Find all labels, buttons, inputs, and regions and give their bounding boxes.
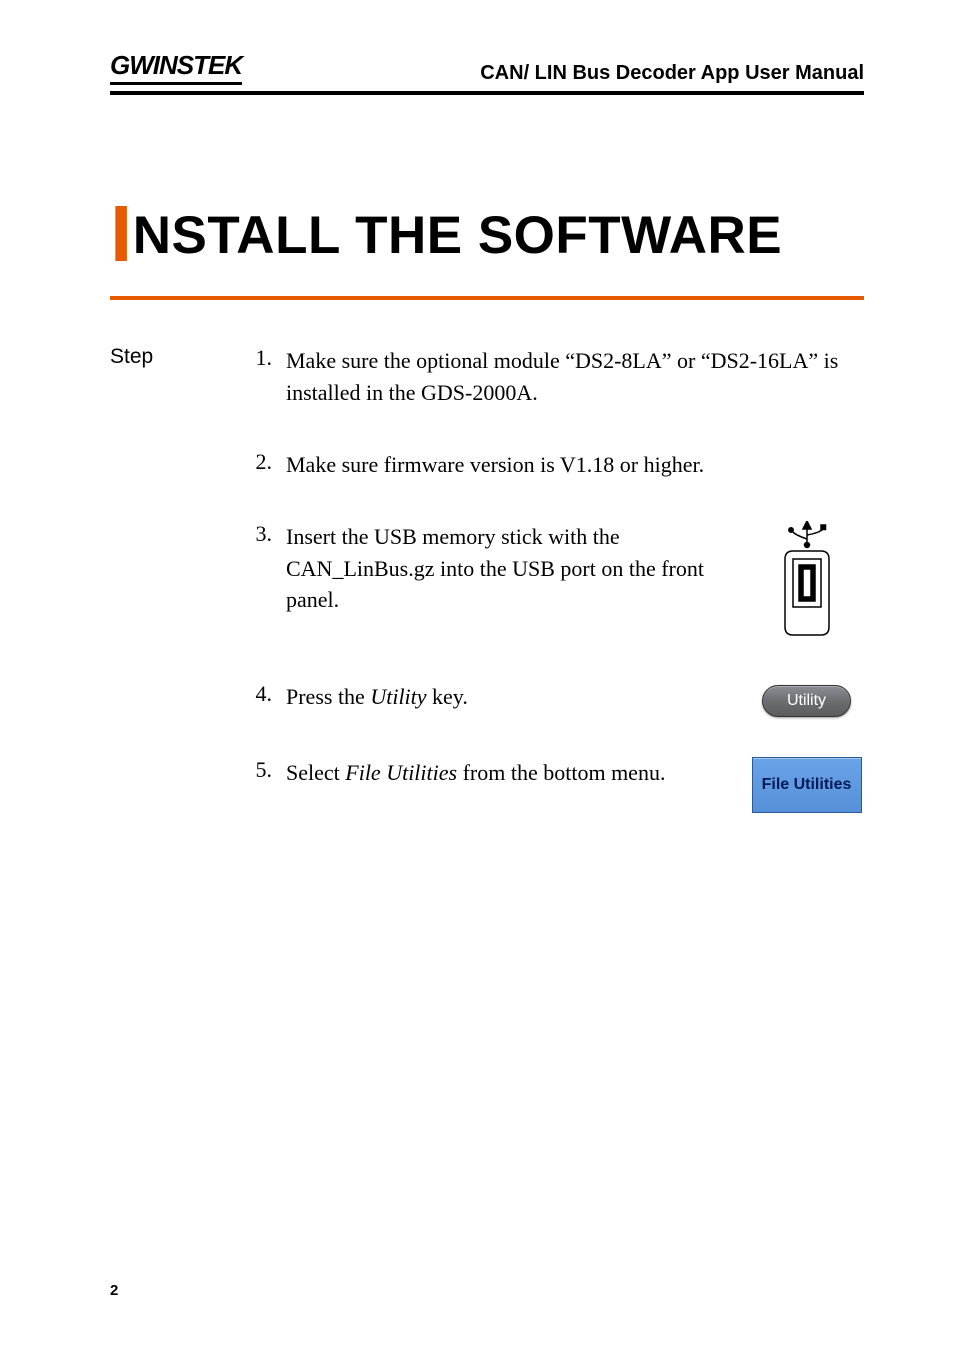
step-item: 2. Make sure firmware version is V1.18 o… (250, 449, 864, 481)
title-rest: NSTALL THE SOFTWARE (133, 206, 782, 265)
utility-button[interactable]: Utility (762, 685, 851, 717)
brand-logo: GWINSTEK (110, 50, 242, 85)
step-number: 4. (250, 681, 272, 717)
step-item: 1. Make sure the optional module “DS2-8L… (250, 345, 864, 409)
step-icon-area: File Utilities (749, 757, 864, 813)
step-text: Insert the USB memory stick with the CAN… (286, 521, 724, 617)
step-heading: Step (110, 345, 190, 853)
step-text: Press the Utility key. (286, 681, 724, 713)
step-number: 3. (250, 521, 272, 641)
step-text: Make sure firmware version is V1.18 or h… (286, 449, 864, 481)
steps-list: 1. Make sure the optional module “DS2-8L… (250, 345, 864, 853)
step-item: 3. Insert the USB memory stick with the … (250, 521, 864, 641)
step-icon-area (749, 521, 864, 641)
file-utilities-button[interactable]: File Utilities (752, 757, 862, 813)
usb-port-icon (777, 521, 837, 641)
step-number: 5. (250, 757, 272, 813)
step-text: Select File Utilities from the bottom me… (286, 757, 724, 789)
step-number: 2. (250, 449, 272, 481)
step-item: 5. Select File Utilities from the bottom… (250, 757, 864, 813)
page-title: INSTALL THE SOFTWARE (110, 205, 864, 300)
document-title: CAN/ LIN Bus Decoder App User Manual (480, 62, 864, 85)
step-text: Make sure the optional module “DS2-8LA” … (286, 345, 864, 409)
logo-text: GWINSTEK (110, 50, 242, 80)
page-header: GWINSTEK CAN/ LIN Bus Decoder App User M… (110, 50, 864, 95)
step-icon-area: Utility (749, 681, 864, 717)
content-area: Step 1. Make sure the optional module “D… (110, 345, 864, 853)
step-item: 4. Press the Utility key. Utility (250, 681, 864, 717)
title-initial: I (110, 189, 133, 278)
step-number: 1. (250, 345, 272, 409)
page-number: 2 (110, 1282, 118, 1299)
